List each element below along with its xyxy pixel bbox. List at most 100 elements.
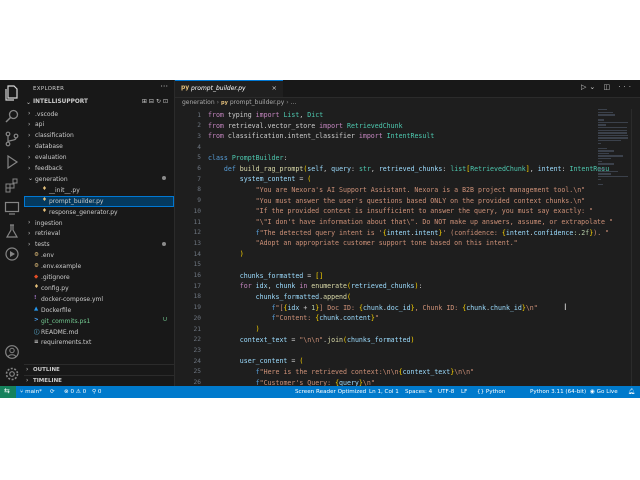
accounts-icon[interactable] xyxy=(4,344,20,360)
code-token: idx xyxy=(255,282,268,291)
problems-status[interactable]: ⊗ 0 ⚠ 0 xyxy=(64,389,86,395)
code-token: enumerate xyxy=(311,282,348,291)
tree-folder[interactable]: › tests xyxy=(24,240,174,251)
tree-file[interactable]: ♦ prompt_builder.py xyxy=(24,196,174,208)
tree-file[interactable]: ▲ Dockerfile xyxy=(24,305,174,316)
code-editor[interactable]: 1 from typing import List, Dict 2 from retr… xyxy=(175,109,640,386)
code-token: List xyxy=(283,111,300,119)
files-icon[interactable] xyxy=(4,85,20,101)
search-icon[interactable] xyxy=(4,108,20,124)
minimap-line xyxy=(598,137,628,139)
code-token: :.2f xyxy=(573,228,590,237)
code-token: retrieval.vector_store xyxy=(227,121,320,130)
code-line: "If the provided context is insufficient… xyxy=(208,207,593,215)
tree-file[interactable]: ◆ .gitignore xyxy=(24,273,174,284)
minimap[interactable] xyxy=(598,109,628,186)
chevron-right-icon: › xyxy=(28,110,31,117)
code-token: retrieved_chunks xyxy=(378,164,443,173)
branch-icon: ⑂ xyxy=(20,388,24,395)
tree-folder[interactable]: › database xyxy=(24,142,174,153)
cursor-position[interactable]: Ln 1, Col 1 xyxy=(369,389,399,395)
code-line: chunks_formatted.append( xyxy=(208,293,351,301)
tree-file[interactable]: ♦ __init__.py xyxy=(24,185,174,196)
code-line: f"Customer's Query: {query}\n" xyxy=(208,379,375,387)
activity-bar xyxy=(0,80,25,386)
code-token: class xyxy=(208,153,232,162)
code-line: system_content = ( xyxy=(208,175,311,183)
sync-icon[interactable]: ⟳ xyxy=(50,389,55,395)
line-number: 7 xyxy=(197,175,201,183)
source-control-icon[interactable] xyxy=(4,131,20,147)
line-number: 1 xyxy=(197,111,201,119)
code-line: from retrieval.vector_store import Retri… xyxy=(208,122,403,130)
python-icon[interactable] xyxy=(4,246,20,262)
code-token: ) xyxy=(255,325,260,333)
tree-folder[interactable]: › retrieval xyxy=(24,229,174,240)
tree-folder[interactable]: › evaluation xyxy=(24,153,174,164)
minimap-line xyxy=(598,142,601,144)
workspace-header[interactable]: ⌄ INTELLISUPPORT ⊞⊟↻⊡ xyxy=(24,98,174,108)
notifications-icon[interactable]: 🔔︎ xyxy=(628,389,635,395)
code-token: "If the provided context is insufficient… xyxy=(255,207,594,216)
language-mode[interactable]: {} Python xyxy=(477,389,505,395)
remote-indicator[interactable]: ⇆ xyxy=(0,386,16,398)
outline-section[interactable]: › OUTLINE xyxy=(24,364,174,375)
indentation-status[interactable]: Spaces: 4 xyxy=(405,389,432,395)
line-number: 4 xyxy=(197,143,201,151)
ports-status[interactable]: ⚲ 0 xyxy=(92,389,101,395)
tree-item-label: requirements.txt xyxy=(41,339,92,347)
python-interpreter[interactable]: Python 3.11 (64-bit) xyxy=(530,389,586,395)
tree-file[interactable]: ♦ config.py xyxy=(24,283,174,294)
tree-folder[interactable]: ⌄ generation xyxy=(24,174,174,185)
tree-folder[interactable]: › ingestion xyxy=(24,218,174,229)
tree-file[interactable]: > git_commits.ps1 U xyxy=(24,316,174,327)
tree-file[interactable]: ⚙ .env xyxy=(24,251,174,262)
code-line: "You must answer the user's questions ba… xyxy=(208,197,586,205)
manage-gear-icon[interactable] xyxy=(4,366,20,382)
code-token: ] Doc ID: xyxy=(319,303,359,312)
eol-status[interactable]: LF xyxy=(461,389,467,395)
line-number: 2 xyxy=(197,122,201,130)
code-token: , xyxy=(529,164,538,173)
more-actions-icon[interactable]: ··· xyxy=(160,82,168,91)
breadcrumb-symbol[interactable]: ... xyxy=(291,99,297,106)
encoding-status[interactable]: UTF-8 xyxy=(438,389,454,395)
tree-folder[interactable]: › api xyxy=(24,120,174,131)
tree-file[interactable]: ⓘ README.md xyxy=(24,327,174,338)
vertical-scrollbar[interactable] xyxy=(631,109,640,386)
tab-prompt-builder[interactable]: py prompt_builder.py × xyxy=(175,80,283,97)
tree-file[interactable]: ! docker-compose.yml xyxy=(24,294,174,305)
explorer-toolbar-icons[interactable]: ⊞⊟↻⊡ xyxy=(142,98,170,105)
testing-icon[interactable] xyxy=(4,223,20,239)
tree-folder[interactable]: › feedback xyxy=(24,164,174,175)
remote-explorer-icon[interactable] xyxy=(4,200,20,216)
editor-actions[interactable]: ▷⌄ ◫ ··· xyxy=(581,83,634,91)
code-line: chunks_formatted = [] xyxy=(208,272,323,280)
branch-status[interactable]: ⑂ main* xyxy=(20,389,42,395)
tree-item-label: database xyxy=(35,143,63,151)
code-token: : xyxy=(418,282,423,291)
tree-folder[interactable]: › classification xyxy=(24,131,174,142)
code-token: chunks_formatted xyxy=(239,271,304,280)
chevron-right-icon: › xyxy=(28,219,31,226)
modified-dot-icon xyxy=(162,176,166,181)
tree-file[interactable]: ≡ requirements.txt xyxy=(24,338,174,349)
go-live-button[interactable]: ◉ Go Live xyxy=(590,389,618,395)
close-icon[interactable]: × xyxy=(272,84,277,92)
code-line: "You are Nexora's AI Support Assistant. … xyxy=(208,186,586,194)
tree-folder[interactable]: › .vscode xyxy=(24,109,174,120)
run-debug-icon[interactable] xyxy=(4,154,20,170)
screen-reader-status[interactable]: Screen Reader Optimized xyxy=(295,389,366,395)
tree-file[interactable]: ♦ response_generator.py xyxy=(24,207,174,218)
breadcrumb-file[interactable]: prompt_builder.py xyxy=(230,99,284,106)
extensions-icon[interactable] xyxy=(4,177,20,193)
line-number: 5 xyxy=(197,154,201,162)
code-token: intent xyxy=(414,228,439,237)
breadcrumb-folder[interactable]: generation xyxy=(182,99,215,106)
timeline-section[interactable]: › TIMELINE xyxy=(24,375,174,386)
chevron-right-icon: › xyxy=(26,377,29,384)
tree-file[interactable]: ⚙ .env.example xyxy=(24,262,174,273)
